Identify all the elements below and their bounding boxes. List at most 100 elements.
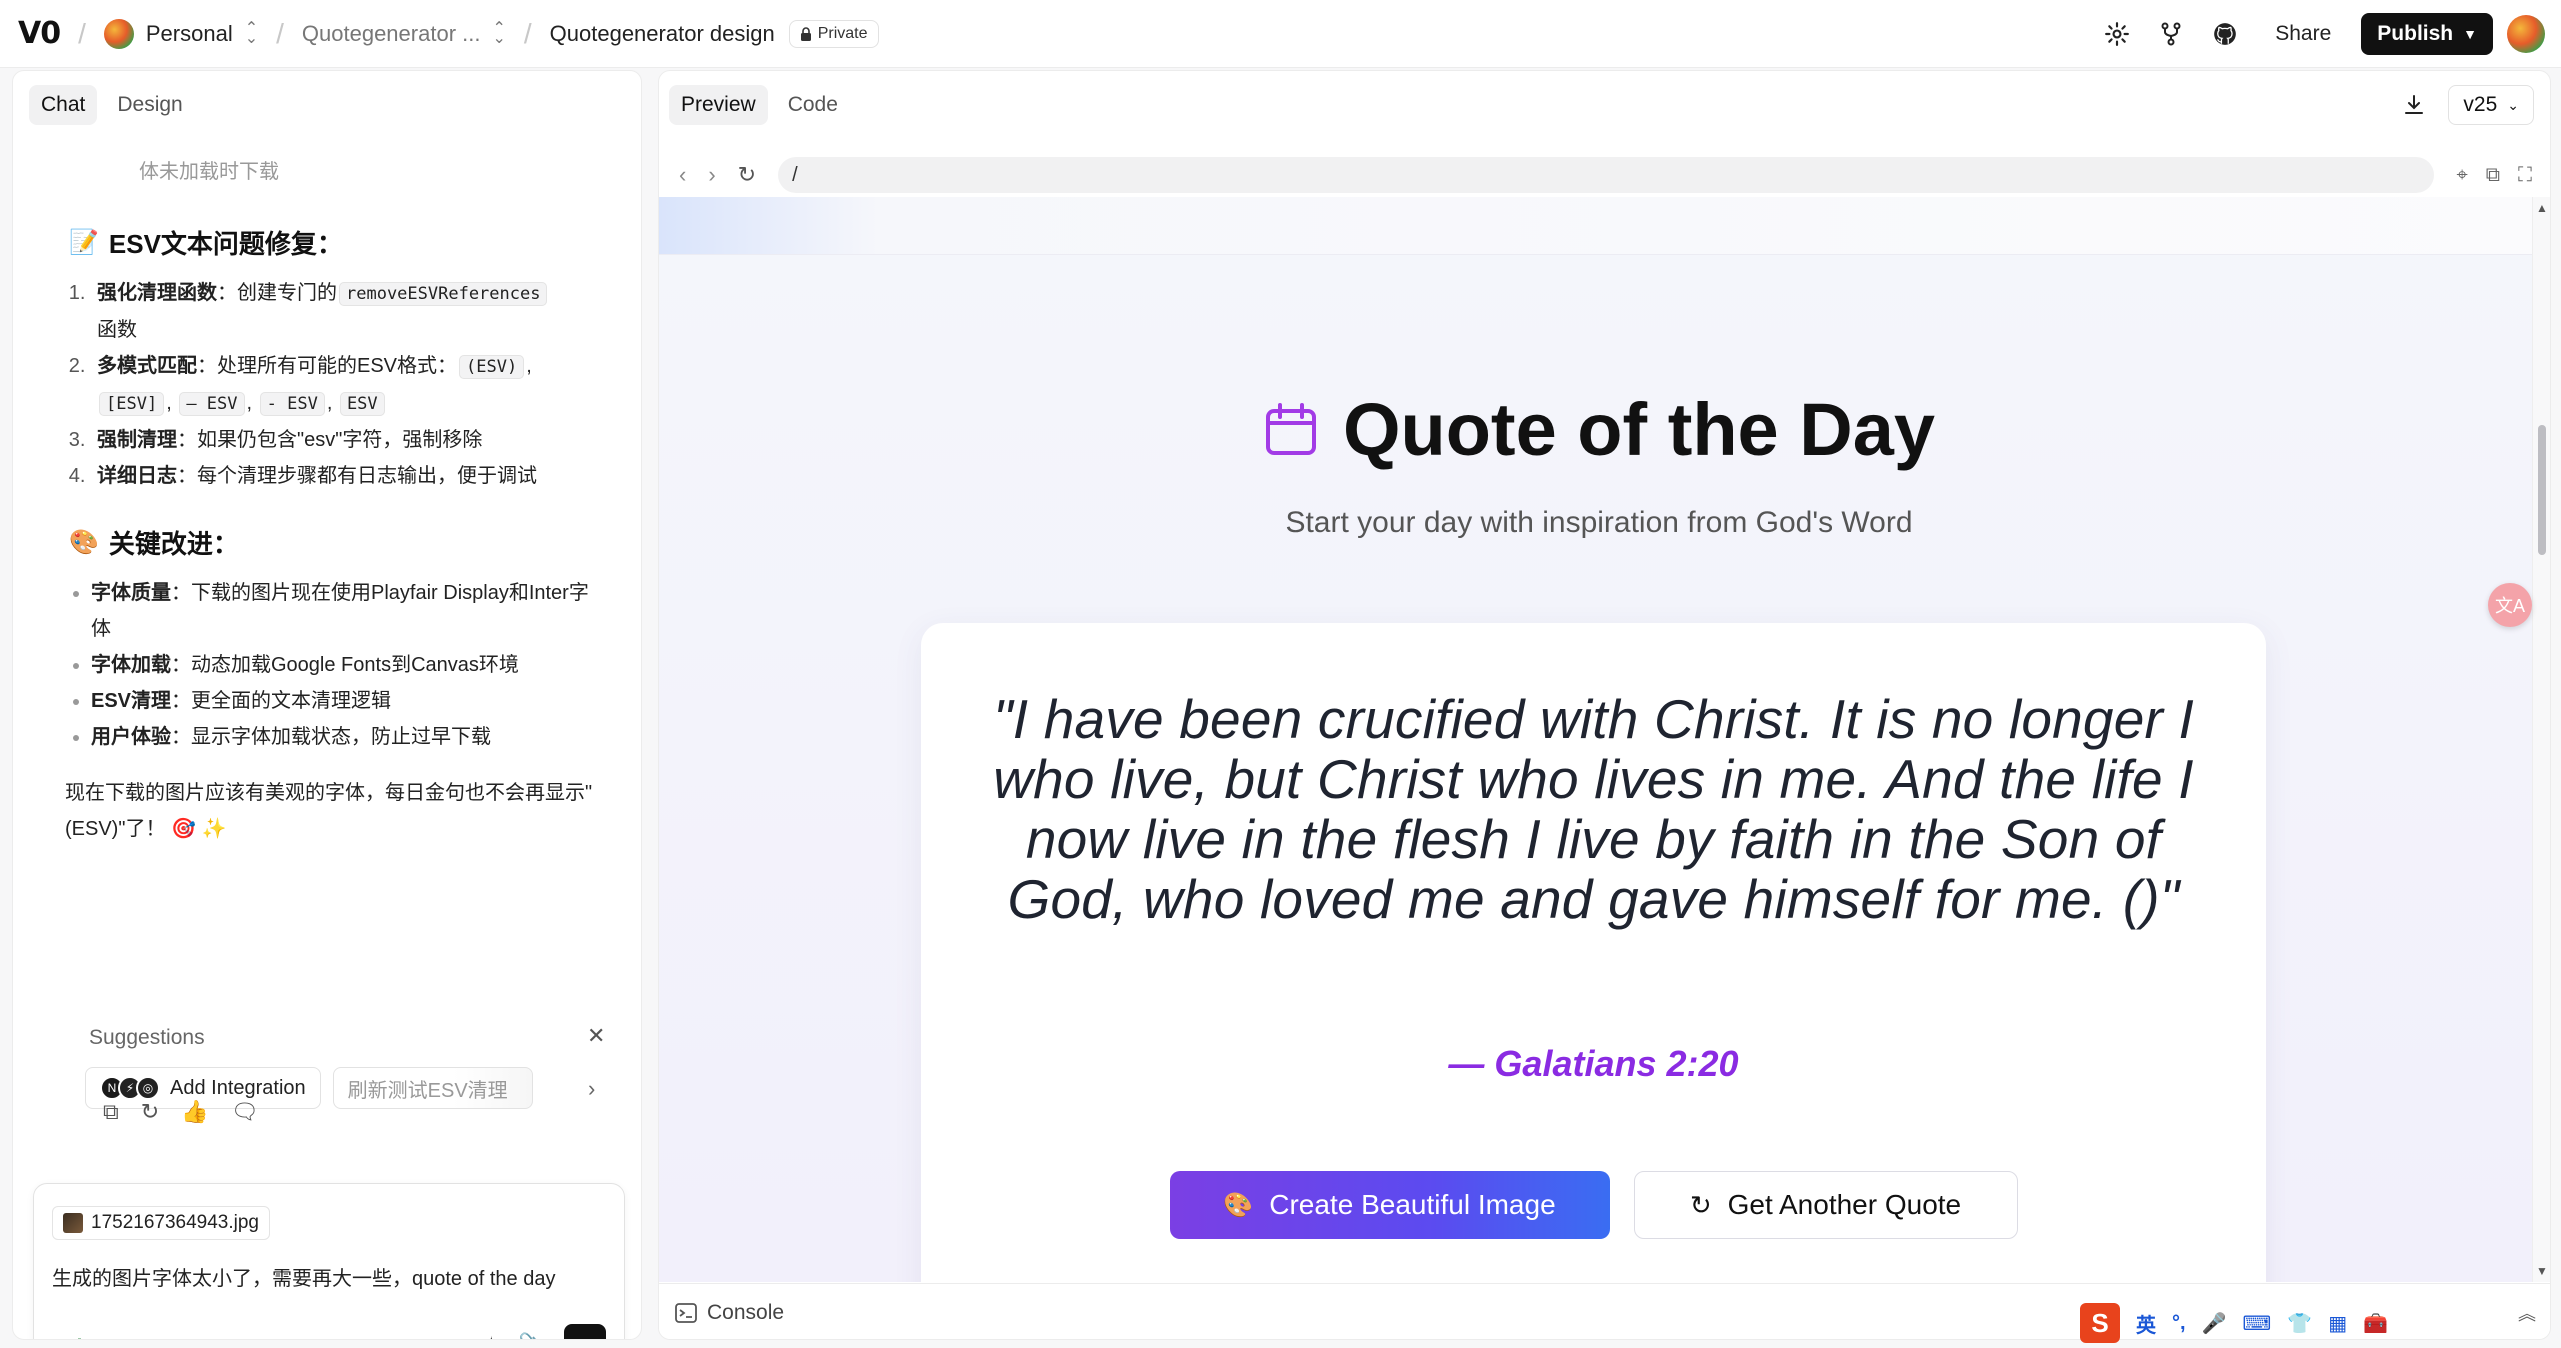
esv-fix-list: 强化清理函数：创建专门的removeESVReferences函数 多模式匹配：…: [91, 275, 593, 494]
create-image-button[interactable]: 🎨 Create Beautiful Image: [1169, 1171, 1610, 1239]
v0-logo[interactable]: V0: [18, 16, 61, 51]
quote-reference: — Galatians 2:20: [1448, 1043, 1739, 1084]
toolbox-icon[interactable]: 🧰: [2363, 1311, 2388, 1336]
close-icon[interactable]: ✕: [587, 1023, 605, 1049]
chevron-down-icon: ⌄: [2507, 96, 2519, 113]
download-button[interactable]: [2394, 85, 2434, 125]
forward-icon[interactable]: ›: [708, 162, 715, 188]
version-selector[interactable]: v25 ⌄: [2448, 85, 2534, 125]
inline-code: – ESV: [179, 392, 245, 416]
ime-lang[interactable]: 英: [2136, 1309, 2156, 1338]
suggestion-refresh-test[interactable]: 刷新测试ESV清理: [332, 1067, 533, 1109]
message-input[interactable]: 生成的图片字体太小了，需要再大一些，quote of the day: [52, 1262, 555, 1291]
project-switcher[interactable]: Quotegenerator ... ⌃ ⌄: [302, 20, 506, 47]
scroll-up-icon[interactable]: ▲: [2536, 201, 2548, 215]
grid-icon[interactable]: ▦: [2328, 1311, 2347, 1336]
item-text: ：动态加载Google Fonts到Canvas环境: [171, 654, 519, 676]
page-title[interactable]: Quotegenerator design: [550, 21, 775, 47]
tab-code[interactable]: Code: [776, 85, 850, 125]
comment-icon[interactable]: 🗨: [231, 1099, 259, 1125]
workspace-switcher[interactable]: Personal ⌃ ⌄: [103, 18, 258, 49]
preview-scrollbar[interactable]: ▲ ▼: [2532, 197, 2550, 1282]
palette-icon: 🎨: [1223, 1191, 1254, 1219]
fullscreen-icon[interactable]: ⛶: [2518, 164, 2532, 187]
tab-design[interactable]: Design: [105, 85, 194, 125]
section-heading: 🎨 关键改进：: [69, 524, 593, 561]
sogou-ime-icon[interactable]: S: [2080, 1303, 2120, 1343]
copy-icon[interactable]: ⧉: [103, 1099, 119, 1125]
url-input[interactable]: /: [778, 157, 2435, 193]
url-bar: ‹ › ↻ / ⌖ ⧉ ⛶: [669, 149, 2542, 201]
back-icon[interactable]: ‹: [679, 162, 686, 188]
retry-icon[interactable]: ↻: [141, 1099, 159, 1125]
chevron-right-icon[interactable]: ›: [588, 1076, 595, 1102]
closing-message: 现在下载的图片应该有美观的字体，每日金句也不会再显示"(ESV)"了！ 🎯 ✨: [65, 782, 593, 840]
palette-icon: 🎨: [69, 529, 99, 556]
item-text: ：更全面的文本清理逻辑: [171, 690, 392, 712]
signal-bars-icon[interactable]: [64, 1334, 84, 1340]
inline-code: (ESV): [459, 355, 525, 379]
open-new-window-icon[interactable]: ⧉: [2486, 164, 2500, 187]
site-header-strip: [659, 197, 2539, 255]
refresh-icon[interactable]: ↻: [738, 162, 756, 188]
list-item: 用户体验：显示字体加载状态，防止过早下载: [91, 719, 593, 755]
page-heading: Quote of the Day: [1263, 387, 1935, 472]
item-text: 函数: [97, 319, 137, 341]
fork-button[interactable]: [2151, 14, 2191, 54]
terminal-icon: [675, 1302, 697, 1323]
hero: Quote of the Day Start your day with ins…: [659, 387, 2539, 540]
publish-button[interactable]: Publish ▼: [2361, 12, 2493, 55]
section-heading: 📝 ESV文本问题修复：: [69, 224, 593, 261]
ime-toolbar: S 英 °, 🎤 ⌨ 👕 ▦ 🧰: [2080, 1300, 2388, 1346]
attachment-chip[interactable]: 1752167364943.jpg: [52, 1206, 271, 1240]
list-item: 详细日志：每个清理步骤都有日志输出，便于调试: [91, 458, 593, 494]
tab-chat[interactable]: Chat: [29, 85, 98, 125]
workspace-avatar: [103, 18, 134, 49]
refresh-icon: ↻: [1689, 1189, 1712, 1220]
settings-button[interactable]: [2097, 14, 2137, 54]
item-text: ：处理所有可能的ESV格式：: [197, 355, 458, 377]
suggestions-label: Suggestions: [89, 1026, 205, 1049]
item-bold: 强化清理函数: [97, 282, 217, 304]
download-icon: [2405, 95, 2424, 114]
workspace-name: Personal: [145, 20, 233, 46]
hero-subtitle: Start your day with inspiration from God…: [1285, 506, 1913, 539]
github-button[interactable]: [2205, 14, 2245, 54]
chevron-up-icon[interactable]: ︽: [2518, 1300, 2536, 1326]
tab-preview[interactable]: Preview: [669, 85, 768, 125]
create-label: Create Beautiful Image: [1269, 1189, 1556, 1220]
inline-code: - ESV: [259, 392, 325, 416]
chat-composer[interactable]: 1752167364943.jpg 生成的图片字体太小了，需要再大一些，quot…: [33, 1183, 625, 1340]
paperclip-icon[interactable]: 📎: [519, 1332, 546, 1339]
url-tools: ⌖ ⧉ ⛶: [2456, 164, 2532, 187]
microphone-icon[interactable]: 🎤: [2202, 1311, 2227, 1336]
page-name: Quotegenerator design: [549, 20, 775, 46]
select-element-icon[interactable]: ⌖: [2456, 164, 2467, 187]
private-badge: Private: [788, 19, 879, 48]
keyboard-icon[interactable]: ⌨: [2242, 1311, 2271, 1336]
arrow-up-icon: ↑: [579, 1330, 592, 1340]
version-label: v25: [2463, 93, 2498, 116]
thumbs-up-icon[interactable]: 👍: [181, 1099, 208, 1125]
inline-code: [ESV]: [99, 392, 165, 416]
user-avatar[interactable]: [2507, 14, 2545, 53]
ime-punct[interactable]: °,: [2172, 1312, 2186, 1335]
memo-icon: 📝: [69, 229, 99, 256]
item-text: ：创建专门的: [217, 282, 337, 304]
image-thumbnail: [63, 1213, 83, 1233]
another-quote-button[interactable]: ↻ Get Another Quote: [1633, 1171, 2018, 1239]
skin-icon[interactable]: 👕: [2287, 1311, 2312, 1336]
chevron-down-icon[interactable]: ⌄: [102, 1336, 114, 1340]
quote-text: "I have been crucified with Christ. It i…: [993, 688, 2194, 930]
lock-icon: [800, 26, 811, 41]
item-bold: 多模式匹配: [97, 355, 197, 377]
send-button[interactable]: ↑: [564, 1324, 606, 1340]
github-icon: [2214, 22, 2237, 45]
sparkles-icon[interactable]: ✦: [482, 1332, 500, 1339]
item-bold: 用户体验: [91, 726, 171, 748]
translate-icon[interactable]: 文A: [2488, 583, 2532, 627]
share-button[interactable]: Share: [2259, 14, 2347, 54]
scrollbar-thumb[interactable]: [2538, 425, 2546, 555]
item-text: ：每个清理步骤都有日志输出，便于调试: [177, 465, 537, 487]
scroll-down-icon[interactable]: ▼: [2536, 1264, 2548, 1278]
